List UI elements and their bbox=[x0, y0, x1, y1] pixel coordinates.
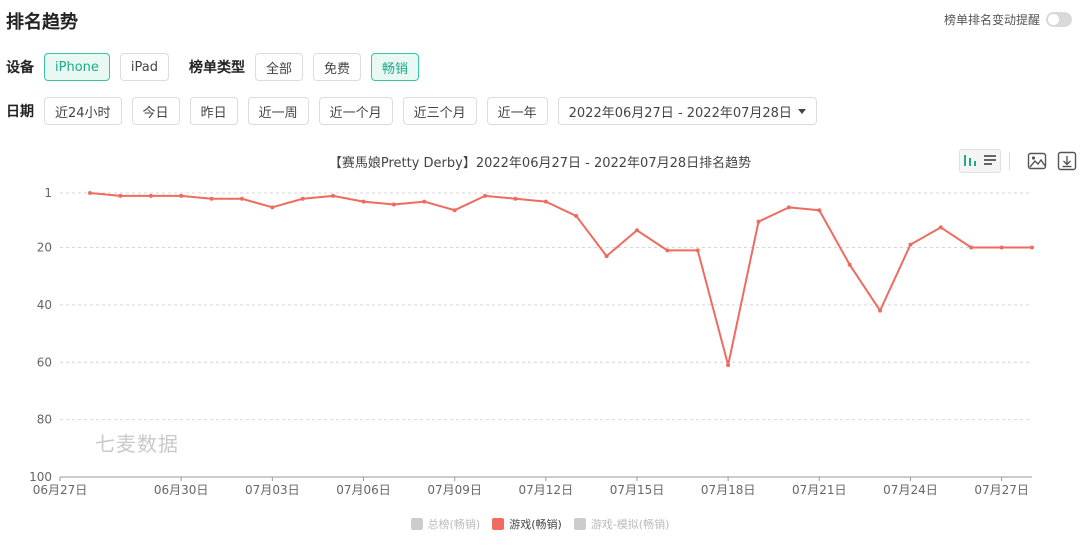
y-tick-label: 100 bbox=[29, 470, 52, 484]
x-tick-label: 07月24日 bbox=[883, 483, 938, 497]
data-point bbox=[878, 308, 883, 313]
legend-label: 游戏(畅销) bbox=[509, 518, 562, 531]
watermark: 七麦数据 bbox=[95, 432, 179, 456]
x-tick-label: 07月03日 bbox=[245, 483, 300, 497]
legend-item[interactable]: 游戏-模拟(畅销) bbox=[573, 516, 670, 532]
x-tick-label: 07月18日 bbox=[701, 483, 756, 497]
legend-label: 游戏-模拟(畅销) bbox=[590, 518, 670, 531]
data-point bbox=[483, 193, 488, 198]
data-point bbox=[604, 254, 609, 259]
data-point bbox=[756, 219, 761, 224]
x-tick-label: 07月12日 bbox=[519, 483, 574, 497]
legend-label: 总榜(畅销) bbox=[427, 518, 481, 531]
x-tick-label: 07月06日 bbox=[336, 483, 391, 497]
y-tick-label: 40 bbox=[37, 298, 52, 312]
data-point bbox=[1030, 245, 1034, 250]
data-point bbox=[726, 363, 731, 368]
data-point bbox=[391, 202, 396, 207]
x-tick-label: 07月09日 bbox=[427, 483, 482, 497]
x-tick-label: 07月21日 bbox=[792, 483, 847, 497]
data-point bbox=[969, 245, 974, 250]
y-tick-label: 60 bbox=[37, 355, 52, 369]
data-point bbox=[908, 242, 913, 247]
legend-swatch bbox=[573, 518, 586, 530]
grid-layer bbox=[60, 192, 1032, 421]
legend-item[interactable]: 游戏(畅销) bbox=[492, 516, 562, 532]
chart-legend: 总榜(畅销) 游戏(畅销) 游戏-模拟(畅销) bbox=[0, 516, 1080, 532]
data-point bbox=[574, 213, 579, 218]
legend-swatch bbox=[492, 518, 505, 530]
data-point bbox=[270, 205, 275, 210]
data-point bbox=[361, 199, 366, 204]
x-tick-label: 07月15日 bbox=[610, 483, 665, 497]
data-point bbox=[695, 248, 700, 253]
legend-swatch bbox=[410, 518, 423, 530]
data-point bbox=[847, 262, 852, 267]
data-point bbox=[513, 196, 518, 201]
x-tick-label: 06月27日 bbox=[33, 483, 88, 497]
data-point bbox=[300, 196, 305, 201]
x-tick-label: 07月27日 bbox=[974, 483, 1029, 497]
data-point bbox=[118, 193, 123, 198]
data-point bbox=[999, 245, 1004, 250]
data-point bbox=[938, 225, 943, 230]
data-point bbox=[179, 193, 184, 198]
series-line bbox=[89, 192, 1032, 367]
axis-layer: 1 20 40 60 80 10006月27日 06月30日 07月03日 07月06日 07月0… bbox=[29, 186, 1032, 497]
y-tick-label: 80 bbox=[37, 413, 52, 427]
data-point bbox=[422, 199, 427, 204]
data-point bbox=[452, 208, 457, 213]
x-tick-label: 06月30日 bbox=[154, 483, 209, 497]
data-point bbox=[786, 205, 791, 210]
data-point bbox=[665, 248, 670, 253]
legend-item[interactable]: 总榜(畅销) bbox=[410, 516, 481, 532]
data-point bbox=[331, 193, 336, 198]
data-point bbox=[817, 208, 822, 213]
rank-chart: 1 20 40 60 80 10006月27日 06月30日 07月03日 07月06日 07月0… bbox=[29, 186, 1034, 497]
data-point bbox=[239, 196, 244, 201]
data-point bbox=[209, 196, 214, 201]
y-tick-label: 20 bbox=[37, 241, 52, 255]
series-layer bbox=[88, 191, 1034, 368]
data-point bbox=[543, 199, 548, 204]
y-tick-label: 1 bbox=[44, 186, 52, 200]
data-point bbox=[634, 228, 639, 233]
data-point bbox=[148, 193, 153, 198]
data-point bbox=[88, 191, 92, 195]
